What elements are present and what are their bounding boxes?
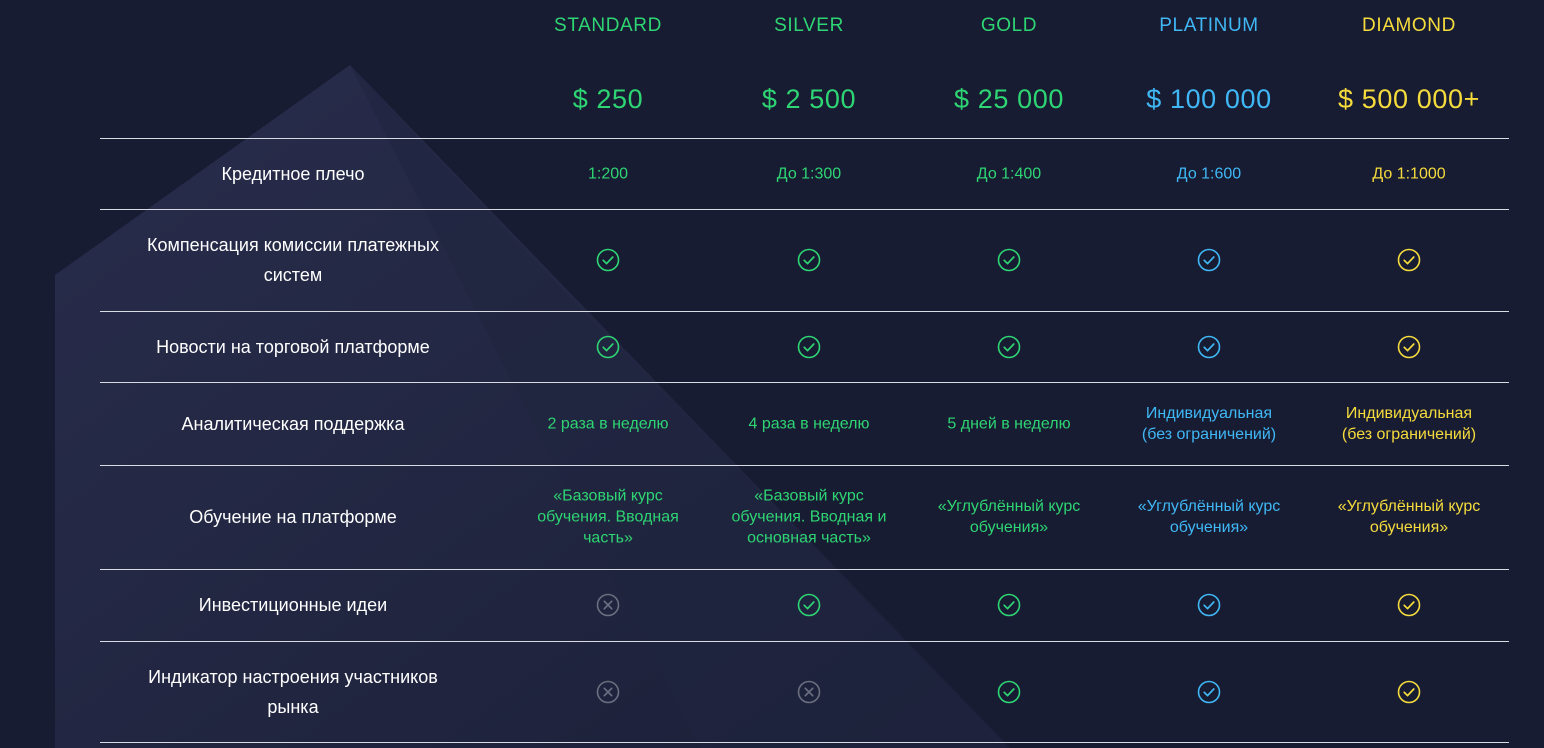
table-row: Аналитическая поддержка 2 раза в неделю 4 … xyxy=(100,382,1509,466)
feature-available xyxy=(909,680,1109,704)
check-circle-icon xyxy=(797,248,821,272)
tier-price-silver: $ 2 500 xyxy=(761,84,857,114)
feature-value: Индивидуальная (без ограничений) xyxy=(1341,404,1477,443)
row-label: Кредитное плечо xyxy=(221,163,365,184)
tier-name-silver: SILVER xyxy=(774,15,844,36)
row-label: Компенсация комиссии платежных систем xyxy=(147,235,439,285)
feature-available xyxy=(909,593,1109,617)
table-row: Инвестиционные идеи xyxy=(100,569,1509,642)
check-circle-icon xyxy=(1197,335,1221,358)
table-row: Кредитное плечо 1:200 До 1:300 До 1:400 До 1… xyxy=(100,138,1509,210)
check-circle-icon xyxy=(997,248,1021,272)
tier-name-gold: GOLD xyxy=(980,15,1038,36)
feature-value: До 1:300 xyxy=(776,165,842,182)
divider xyxy=(100,742,1509,743)
tier-price-gold: $ 25 000 xyxy=(954,84,1064,114)
check-circle-icon xyxy=(596,335,620,358)
check-circle-icon xyxy=(797,335,821,358)
feature-value: «Базовый курс обучения. Вводная часть» xyxy=(537,487,679,547)
feature-available xyxy=(1109,680,1309,704)
feature-value: 4 раза в неделю xyxy=(748,415,870,432)
feature-available xyxy=(1309,593,1509,617)
feature-value: Индивидуальная (без ограничений) xyxy=(1141,404,1277,443)
check-circle-icon xyxy=(1197,593,1221,617)
table-row: Обучение на платформе «Базовый курс обучен… xyxy=(100,465,1509,570)
feature-value: «Углублённый курс обучения» xyxy=(937,498,1081,536)
feature-value: «Углублённый курс обучения» xyxy=(1337,498,1481,536)
tier-price-diamond: $ 500 000+ xyxy=(1338,84,1480,114)
feature-available xyxy=(909,335,1109,359)
tier-price-standard: $ 250 xyxy=(572,84,644,114)
feature-value: До 1:1000 xyxy=(1372,165,1446,182)
table-row: Индикатор настроения участников рынка xyxy=(100,641,1509,743)
cross-circle-icon xyxy=(797,680,821,703)
check-circle-icon xyxy=(997,680,1021,703)
feature-value: До 1:400 xyxy=(976,165,1042,182)
table-row: Компенсация комиссии платежных систем xyxy=(100,209,1509,312)
tier-name-standard: STANDARD xyxy=(554,15,662,36)
feature-value: 5 дней в неделю xyxy=(947,415,1071,432)
feature-available xyxy=(508,248,708,272)
check-circle-icon xyxy=(1397,593,1421,617)
check-circle-icon xyxy=(1397,335,1421,358)
check-circle-icon xyxy=(797,593,821,617)
feature-available xyxy=(1109,593,1309,617)
feature-available xyxy=(1109,335,1309,359)
feature-unavailable xyxy=(508,680,708,704)
cross-circle-icon xyxy=(596,680,620,703)
feature-value: До 1:600 xyxy=(1176,165,1242,182)
feature-value: «Углублённый курс обучения» xyxy=(1137,498,1281,536)
feature-value: 1:200 xyxy=(587,165,629,182)
feature-available xyxy=(508,335,708,359)
check-circle-icon xyxy=(596,248,620,272)
check-circle-icon xyxy=(1397,680,1421,703)
feature-available xyxy=(709,593,909,617)
check-circle-icon xyxy=(997,593,1021,617)
feature-available xyxy=(1309,248,1509,272)
row-label: Аналитическая поддержка xyxy=(181,413,405,434)
row-label: Индикатор настроения участников рынка xyxy=(148,666,438,717)
tier-name-diamond: DIAMOND xyxy=(1362,15,1456,36)
feature-available xyxy=(1109,248,1309,272)
check-circle-icon xyxy=(1197,680,1221,703)
row-label: Новости на торговой платформе xyxy=(156,336,430,357)
table-row: Новости на торговой платформе xyxy=(100,311,1509,383)
feature-unavailable xyxy=(508,593,708,617)
feature-available xyxy=(709,248,909,272)
tier-price-platinum: $ 100 000 xyxy=(1146,84,1272,114)
cross-circle-icon xyxy=(596,593,620,617)
check-circle-icon xyxy=(997,335,1021,358)
feature-value: «Базовый курс обучения. Вводная и основная… xyxy=(731,487,887,547)
feature-value: 2 раза в неделю xyxy=(547,415,669,432)
feature-available xyxy=(1309,680,1509,704)
row-label: Обучение на платформе xyxy=(189,507,397,527)
feature-unavailable xyxy=(709,680,909,704)
check-circle-icon xyxy=(1397,248,1421,272)
check-circle-icon xyxy=(1197,248,1221,272)
feature-available xyxy=(909,248,1109,272)
tier-name-platinum: PLATINUM xyxy=(1159,15,1259,36)
row-label: Инвестиционные идеи xyxy=(198,595,388,615)
feature-available xyxy=(1309,335,1509,359)
feature-available xyxy=(709,335,909,359)
